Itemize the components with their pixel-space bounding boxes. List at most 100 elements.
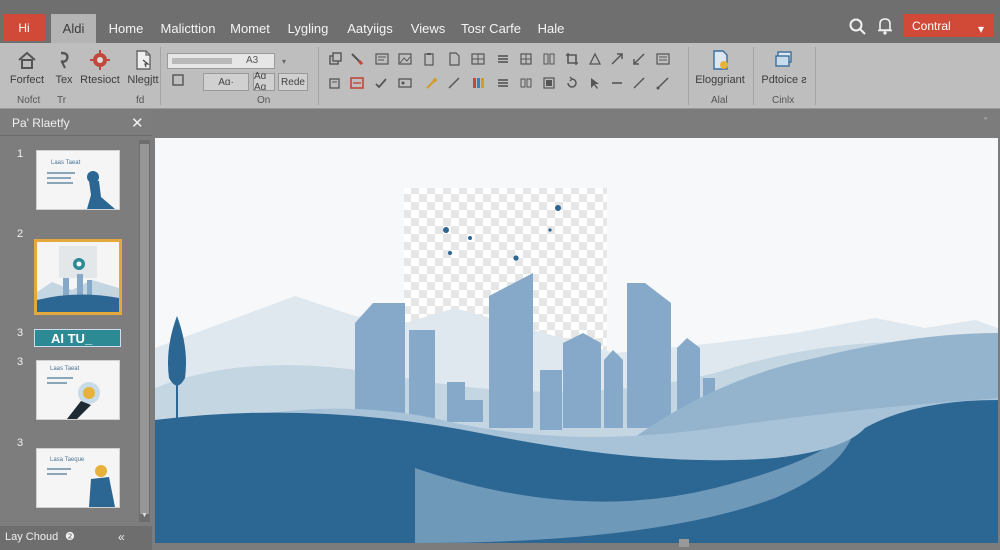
pdtoice-button[interactable]: Pdtoice ƨ [757,49,811,86]
thumb-text-line [47,382,67,384]
chevron-down-icon: ▾ [977,22,984,36]
picture-icon[interactable] [398,52,412,66]
ribbon-toolbar: Forfect Tex Rtesioct Nlegjtt Nofct Tr fd… [0,43,1000,109]
slide-number: 3 [17,327,24,339]
slide-thumb-title: Lasa Taeque [50,457,85,463]
tex-button[interactable]: Tex [51,49,77,86]
slide-thumbnail-4[interactable]: Laas Taeat [36,360,120,420]
tab-home[interactable]: Home [103,14,149,43]
eloggriant-button[interactable]: Eloggriant [692,49,748,86]
file-tab[interactable]: Hi [3,14,45,41]
line-icon[interactable] [447,76,461,90]
cursor-icon[interactable] [588,76,602,90]
sparkle-dot [468,236,472,240]
sparkle-dot [548,228,552,232]
search-icon[interactable] [848,17,868,37]
pen-icon[interactable] [350,52,364,66]
font-case-button[interactable]: Aɑ Aɑ [253,71,275,93]
scrollbar-thumb[interactable] [140,144,149,514]
grid-icon[interactable] [519,52,533,66]
layout-icon[interactable] [656,52,670,66]
arrow-icon[interactable] [610,52,624,66]
city-landscape-illustration [155,138,998,543]
bell-icon[interactable] [876,16,894,36]
columns-icon[interactable] [542,52,556,66]
rtesioct-label: Rtesioct [80,74,120,86]
color-bars-icon[interactable] [471,76,485,90]
tab-momet[interactable]: Momet [226,14,274,43]
bucket-icon[interactable] [328,76,342,90]
tab-aatyiigs[interactable]: Aatyiigs [342,14,398,43]
forfect-button[interactable]: Forfect [9,49,45,86]
ribbon-tab-bar: Hi Aldi Home Malicttion Momet Lygling Aa… [0,0,1000,46]
collapse-panel-icon[interactable]: « [118,530,125,544]
slide-banner: AI TU_ [34,329,121,347]
rotate-icon[interactable] [565,76,579,90]
group-label-on: On [257,95,271,106]
tab-views[interactable]: Views [405,14,451,43]
pdtoice-label: Pdtoice ƨ [761,74,807,86]
tab-hale[interactable]: Hale [531,14,571,43]
collapse-icon[interactable]: ◦ [984,113,996,125]
group-label-cinlx: Cinlx [772,95,795,106]
distribute-icon[interactable] [519,76,533,90]
rectangle-icon[interactable] [171,73,185,87]
ribbon-divider [318,47,319,105]
image-frame-icon[interactable] [398,76,412,90]
panel-scrollbar[interactable] [139,140,150,522]
paste-icon[interactable] [422,52,436,66]
copy-icon[interactable] [328,52,342,66]
building [447,382,465,422]
text-box-icon[interactable] [375,52,389,66]
info-icon[interactable]: ❷ [65,530,75,543]
city-landscape-thumbnail [37,242,119,312]
diagonal-icon[interactable] [632,76,646,90]
scroll-down-icon[interactable]: ▼ [139,512,150,522]
slide-thumbnail-1[interactable]: Laas Taeat [36,150,120,210]
rtesioct-button[interactable]: Rtesioct [80,49,120,86]
minus-icon[interactable] [610,76,624,90]
home-icon [18,51,36,69]
tab-aldi[interactable]: Aldi [51,14,96,43]
gear-icon [90,50,110,70]
building [409,330,435,420]
tab-malicttion[interactable]: Malicttion [155,14,221,43]
font-style-button[interactable]: Aɑ· [203,73,249,91]
close-icon[interactable]: ✕ [131,114,144,132]
align-icon[interactable] [496,76,510,90]
control-button[interactable]: Contral ▾ [903,14,994,37]
chevron-down-icon[interactable]: ▾ [282,57,286,66]
tab-lygling[interactable]: Lygling [282,14,334,43]
slide-thumbnail-2[interactable] [34,239,122,315]
slide-canvas[interactable] [155,138,998,543]
horizontal-scrollbar[interactable] [679,539,689,547]
tab-tosr-carfe[interactable]: Tosr Carfe [458,14,524,43]
font-size-field[interactable]: A3 [167,53,275,69]
slide-thumbnail-5[interactable]: Lasa Taeque [36,448,120,508]
sparkle-dot [448,251,452,255]
rede-button[interactable]: Rede [278,73,308,91]
slide-number: 3 [17,437,24,449]
figure-illustration [87,171,115,209]
building [604,350,623,428]
table-icon[interactable] [471,52,485,66]
building [627,283,671,428]
check-icon[interactable] [374,76,388,90]
shape-icon[interactable] [588,52,602,66]
group-icon[interactable] [542,76,556,90]
slide-thumb-title: Laas Taeat [51,160,81,166]
magic-wand-icon[interactable] [425,76,439,90]
presentation-editor-window: Hi Aldi Home Malicttion Momet Lygling Aa… [0,0,1000,550]
nlegjtt-button[interactable]: Nlegjtt [122,49,164,86]
font-color-icon[interactable] [350,76,364,90]
resize-icon[interactable] [632,52,646,66]
building [489,273,533,428]
sparkle-dot [443,227,449,233]
building [563,333,601,428]
crop-icon[interactable] [565,52,579,66]
panel-header: Pa' Rlaetfy ✕ [0,110,152,136]
page-icon[interactable] [447,52,461,66]
list-icon[interactable] [496,52,510,66]
tex-label: Tex [55,74,73,86]
connector-icon[interactable] [656,76,670,90]
